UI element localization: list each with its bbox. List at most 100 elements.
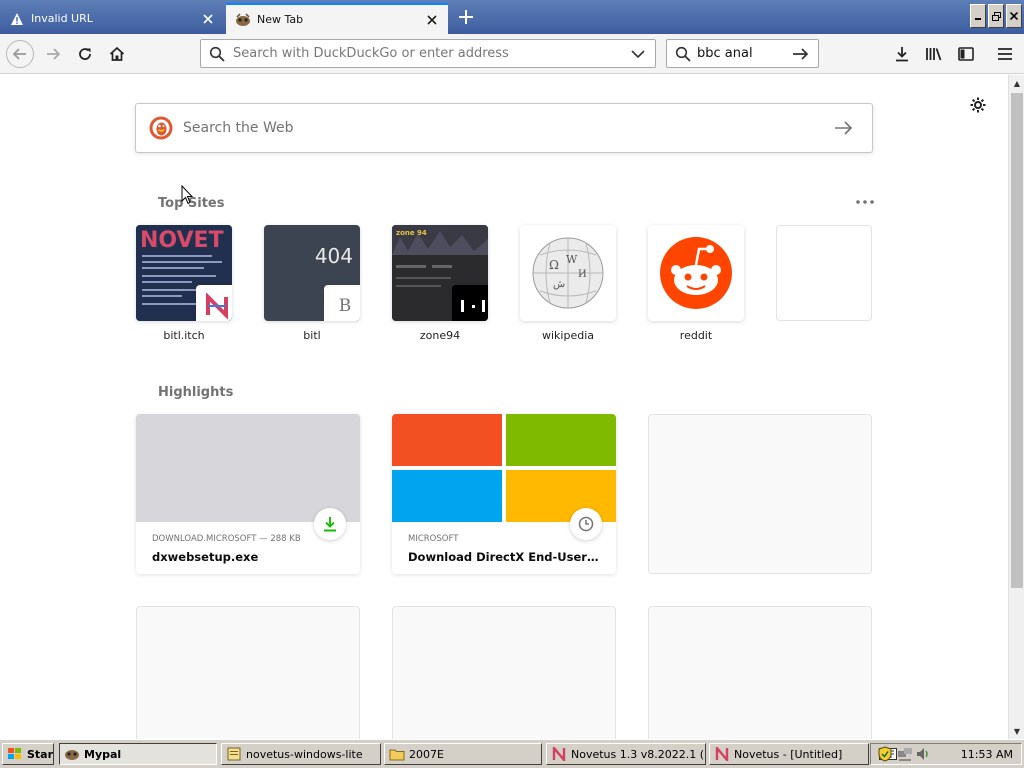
taskbar-item-novetus-windows-lite[interactable]: novetus-windows-lite [221,743,381,765]
taskbar-item-2007e[interactable]: 2007E [384,743,542,765]
shield-icon[interactable] [877,746,893,766]
card-source: DOWNLOAD.MICROSOFT — 288 KB [152,534,301,544]
tab-invalid-url[interactable]: Invalid URL [0,3,224,34]
vertical-scrollbar[interactable]: ▲ ▼ [1008,75,1024,739]
forward-button[interactable] [39,40,67,68]
top-site-tile[interactable]: zone 94 zone94 [392,225,488,342]
library-button[interactable] [920,40,948,68]
back-button[interactable] [6,40,34,68]
mypal-icon [64,746,80,762]
history-badge [570,508,602,540]
plus-icon [459,10,473,24]
scroll-up-icon[interactable]: ▲ [1009,75,1024,91]
start-label: Start [27,747,54,761]
taskbar-item-mypal[interactable]: Mypal [59,743,217,765]
hamburger-icon [998,48,1012,60]
microsoft-logo-icon [392,414,616,522]
clock-icon [578,516,594,532]
site-label: zone94 [419,329,461,342]
top-site-tile[interactable]: 404 B bitl [264,225,360,342]
web-search-input[interactable]: Search the Web [183,120,834,136]
menu-button[interactable] [991,40,1019,68]
novetus-icon [551,746,567,762]
taskbar: Start Mypal novetus-windows-lite 2007E N… [0,739,1024,768]
taskbar-item-label: Mypal [84,747,122,761]
settings-button[interactable] [968,95,988,115]
speaker-icon[interactable] [915,746,931,766]
taskbar-item-novetus-launcher[interactable]: Novetus 1.3 v8.2022.1 (... [546,743,706,765]
search-bar[interactable]: bbc anal [666,39,819,68]
download-icon [324,517,336,532]
new-tab-button[interactable] [452,5,480,29]
taskbar-item-novetus-untitled[interactable]: Novetus - [Untitled] [709,743,869,765]
scroll-down-icon[interactable]: ▼ [1009,723,1024,739]
mypal-icon [235,12,251,28]
site-label: reddit [679,329,713,342]
folder-icon [389,746,405,762]
highlights-heading: Highlights [158,385,234,400]
system-tray: 11:53 AM [870,743,1022,765]
start-button[interactable]: Start [2,743,54,765]
close-window-button[interactable] [1006,4,1022,28]
favicon-letter: B [338,296,352,316]
site-thumbnail: Ω W И ش [520,225,616,321]
thumb-text: 404 [314,244,353,268]
home-icon [109,46,125,61]
chevron-down-icon[interactable] [627,49,649,59]
sidebar-button[interactable] [952,40,980,68]
svg-text:Ω: Ω [549,258,559,272]
close-icon[interactable] [424,12,440,28]
tab-strip: Invalid URL New Tab [0,0,1024,34]
taskbar-item-label: Novetus - [Untitled] [734,747,843,761]
site-thumbnail: zone 94 [392,225,488,321]
svg-text:W: W [566,253,578,266]
clock: 11:53 AM [960,747,1013,761]
search-icon [209,46,227,62]
empty-highlight-card [392,606,616,739]
web-search-box[interactable]: Search the Web [135,103,873,153]
arrow-right-icon[interactable] [834,120,856,136]
card-image [392,414,616,522]
minimize-button[interactable] [970,4,986,28]
svg-text:И: И [578,269,587,280]
site-favicon [196,285,232,321]
card-title: dxwebsetup.exe [152,550,259,564]
reload-button[interactable] [71,40,99,68]
taskbar-item-label: novetus-windows-lite [246,747,363,761]
novetus-icon [206,293,228,319]
address-input[interactable]: Search with DuckDuckGo or enter address [233,46,627,61]
restore-button[interactable] [988,4,1004,28]
windows-logo-icon [7,746,23,762]
close-icon [1010,12,1018,20]
warning-icon [9,11,25,27]
search-input[interactable]: bbc anal [697,46,792,61]
tab-new-tab[interactable]: New Tab [226,3,448,34]
empty-highlight-card [648,606,872,739]
highlight-card[interactable]: DOWNLOAD.MICROSOFT — 288 KB dxwebsetup.e… [136,414,360,574]
arrow-right-icon[interactable] [792,46,814,62]
empty-highlight-card [136,606,360,739]
home-button[interactable] [103,40,131,68]
top-site-tile[interactable]: Ω W И ش wikipedia [520,225,616,342]
downloads-button[interactable] [888,40,916,68]
sidebar-icon [958,47,974,61]
tab-label: Invalid URL [31,12,93,25]
empty-highlight-card [648,414,872,574]
top-site-tile[interactable]: reddit [648,225,744,342]
highlight-card[interactable]: MICROSOFT Download DirectX End-User Run.… [392,414,616,574]
reload-icon [79,48,91,60]
thumb-text: zone 94 [396,229,427,237]
address-bar[interactable]: Search with DuckDuckGo or enter address [200,39,656,68]
gear-icon [970,97,986,113]
card-image [136,414,360,522]
download-icon [896,47,908,62]
restore-icon [991,11,1001,21]
site-label: wikipedia [541,329,594,342]
network-icon[interactable] [897,746,913,766]
more-options-icon[interactable] [855,196,875,208]
close-icon[interactable] [200,11,216,27]
novetus-icon [714,746,730,762]
scrollbar-thumb[interactable] [1011,93,1023,588]
top-site-tile[interactable]: NOVET bitl.itch [136,225,232,342]
back-arrow-icon [12,48,26,60]
